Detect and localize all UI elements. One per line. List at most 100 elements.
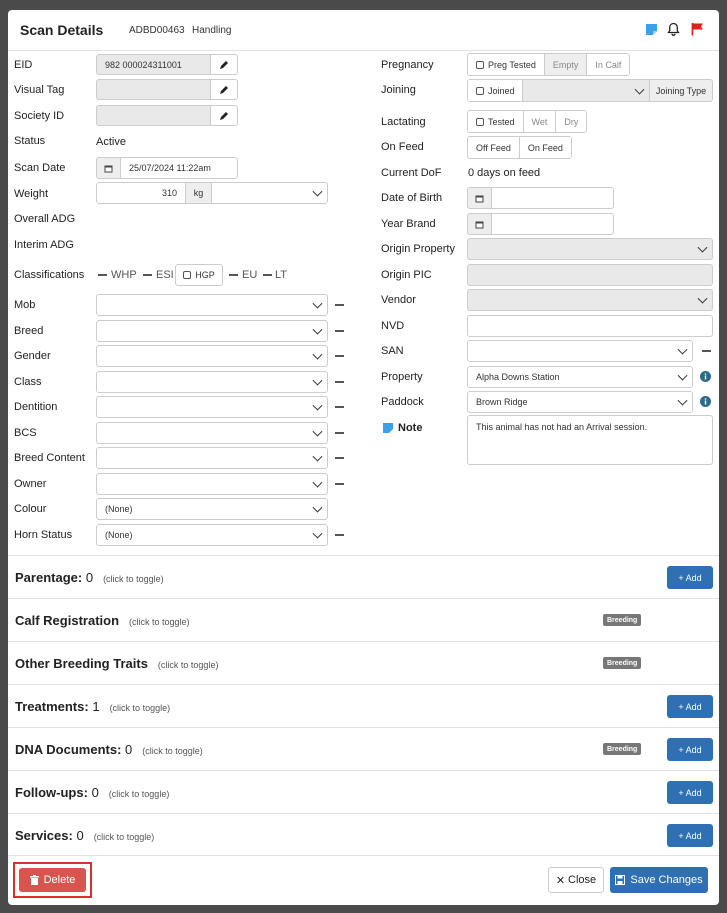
class-clear[interactable] <box>335 381 344 383</box>
hgp-toggle[interactable]: HGP <box>175 264 223 286</box>
bell-icon[interactable] <box>667 22 680 39</box>
breed-content-clear[interactable] <box>335 457 344 459</box>
preg-empty-option[interactable]: Empty <box>544 54 588 75</box>
sticky-note-icon[interactable] <box>645 23 658 39</box>
mob-clear[interactable] <box>335 304 344 306</box>
origin-pic-field[interactable] <box>467 264 713 286</box>
san-select[interactable] <box>467 340 693 362</box>
class-eu[interactable]: EU <box>242 269 257 281</box>
class-select[interactable] <box>96 371 328 393</box>
bcs-clear[interactable] <box>335 432 344 434</box>
paddock-select[interactable]: Brown Ridge <box>467 391 693 413</box>
colour-label: Colour <box>14 503 47 515</box>
trash-icon <box>29 875 39 885</box>
class-esi[interactable]: ESI <box>156 269 174 281</box>
joining-select[interactable] <box>522 79 650 102</box>
breed-content-select[interactable] <box>96 447 328 469</box>
gender-select[interactable] <box>96 345 328 367</box>
section-other-breeding-traits[interactable]: Other Breeding Traits (click to toggle) B… <box>8 641 719 684</box>
parentage-add-button[interactable]: + Add <box>667 566 713 589</box>
colour-select[interactable]: (None) <box>96 498 328 520</box>
society-id-edit-button[interactable] <box>210 105 238 126</box>
weight-input[interactable]: 310 <box>96 182 186 204</box>
class-lt[interactable]: LT <box>275 269 287 281</box>
bcs-select[interactable] <box>96 422 328 444</box>
horn-status-clear[interactable] <box>335 534 344 536</box>
owner-select[interactable] <box>96 473 328 495</box>
visual-tag-edit-button[interactable] <box>210 79 238 100</box>
note-textarea[interactable]: This animal has not had an Arrival sessi… <box>467 415 713 465</box>
dentition-select[interactable] <box>96 396 328 418</box>
delete-label: Delete <box>43 874 76 886</box>
off-feed-option[interactable]: Off Feed <box>468 137 520 158</box>
section-count: 0 <box>76 828 84 843</box>
section-calf-registration[interactable]: Calf Registration (click to toggle) Breed… <box>8 598 719 641</box>
breed-clear[interactable] <box>335 330 344 332</box>
hgp-checkbox[interactable] <box>183 271 192 279</box>
weight-unit-text: kg <box>193 188 204 198</box>
section-title-text: Calf Registration <box>15 613 120 628</box>
info-icon[interactable] <box>700 396 711 410</box>
flag-icon[interactable] <box>691 22 704 39</box>
lact-dry-option[interactable]: Dry <box>556 111 587 132</box>
year-brand-input[interactable] <box>491 213 614 235</box>
section-title: Treatments: 1 (click to toggle) <box>15 699 170 714</box>
mob-select[interactable] <box>96 294 328 316</box>
section-treatments[interactable]: Treatments: 1 (click to toggle) + Add <box>8 684 719 727</box>
class-whp[interactable]: WHP <box>111 269 137 281</box>
preg-tested-checkbox[interactable] <box>476 60 484 69</box>
origin-property-select[interactable] <box>467 238 713 260</box>
scan-date-input[interactable]: 25/07/2024 11:22am <box>120 157 238 179</box>
pregnancy-label: Pregnancy <box>381 59 434 71</box>
toggle-hint: (click to toggle) <box>108 789 170 799</box>
joined-toggle[interactable]: Joined <box>467 79 524 102</box>
property-select[interactable]: Alpha Downs Station <box>467 366 693 388</box>
owner-clear[interactable] <box>335 483 344 485</box>
lact-wet-option[interactable]: Wet <box>523 111 557 132</box>
nvd-input[interactable] <box>467 315 713 337</box>
toggle-hint: (click to toggle) <box>109 703 171 713</box>
visual-tag-field[interactable] <box>96 79 211 100</box>
note-value: This animal has not had an Arrival sessi… <box>476 422 648 432</box>
on-feed-label: On Feed <box>381 141 424 153</box>
dob-input[interactable] <box>491 187 614 209</box>
dna-add-button[interactable]: + Add <box>667 738 713 761</box>
dentition-clear[interactable] <box>335 406 344 408</box>
section-dna-documents[interactable]: DNA Documents: 0 (click to toggle) Breedi… <box>8 727 719 770</box>
vendor-select[interactable] <box>467 289 713 311</box>
calendar-icon <box>467 213 492 235</box>
eid-edit-button[interactable] <box>210 54 238 75</box>
society-id-field[interactable] <box>96 105 211 126</box>
eid-field[interactable]: 982 000024311001 <box>96 54 211 75</box>
treatments-add-button[interactable]: + Add <box>667 695 713 718</box>
services-add-button[interactable]: + Add <box>667 824 713 847</box>
gender-clear[interactable] <box>335 355 344 357</box>
eid-label: EID <box>14 59 33 71</box>
save-changes-button[interactable]: Save Changes <box>610 867 708 893</box>
section-follow-ups[interactable]: Follow-ups: 0 (click to toggle) + Add <box>8 770 719 813</box>
pencil-icon <box>220 85 228 94</box>
joined-checkbox[interactable] <box>476 86 484 95</box>
classifications-label: Classifications <box>14 269 85 281</box>
joined-option[interactable]: Joined <box>468 80 523 101</box>
lact-tested-option[interactable]: Tested <box>468 111 524 132</box>
section-title-text: Services: <box>15 828 73 843</box>
lact-tested-checkbox[interactable] <box>476 117 484 126</box>
section-services[interactable]: Services: 0 (click to toggle) + Add <box>8 813 719 856</box>
follow-ups-add-button[interactable]: + Add <box>667 781 713 804</box>
on-feed-option[interactable]: On Feed <box>519 137 571 158</box>
breed-label: Breed <box>14 325 44 337</box>
horn-status-select[interactable]: (None) <box>96 524 328 546</box>
section-parentage[interactable]: Parentage: 0 (click to toggle) + Add <box>8 555 719 598</box>
preg-in-calf-option[interactable]: In Calf <box>587 54 630 75</box>
dob-label: Date of Birth <box>381 192 443 204</box>
close-button[interactable]: ✕ Close <box>548 867 604 893</box>
delete-button[interactable]: Delete <box>19 868 86 892</box>
preg-tested-option[interactable]: Preg Tested <box>468 54 545 75</box>
weight-label: Weight <box>14 188 49 200</box>
breed-select[interactable] <box>96 320 328 342</box>
info-icon[interactable] <box>700 371 711 385</box>
weight-type-select[interactable] <box>211 182 328 204</box>
san-clear[interactable] <box>702 350 711 352</box>
san-label: SAN <box>381 345 404 357</box>
